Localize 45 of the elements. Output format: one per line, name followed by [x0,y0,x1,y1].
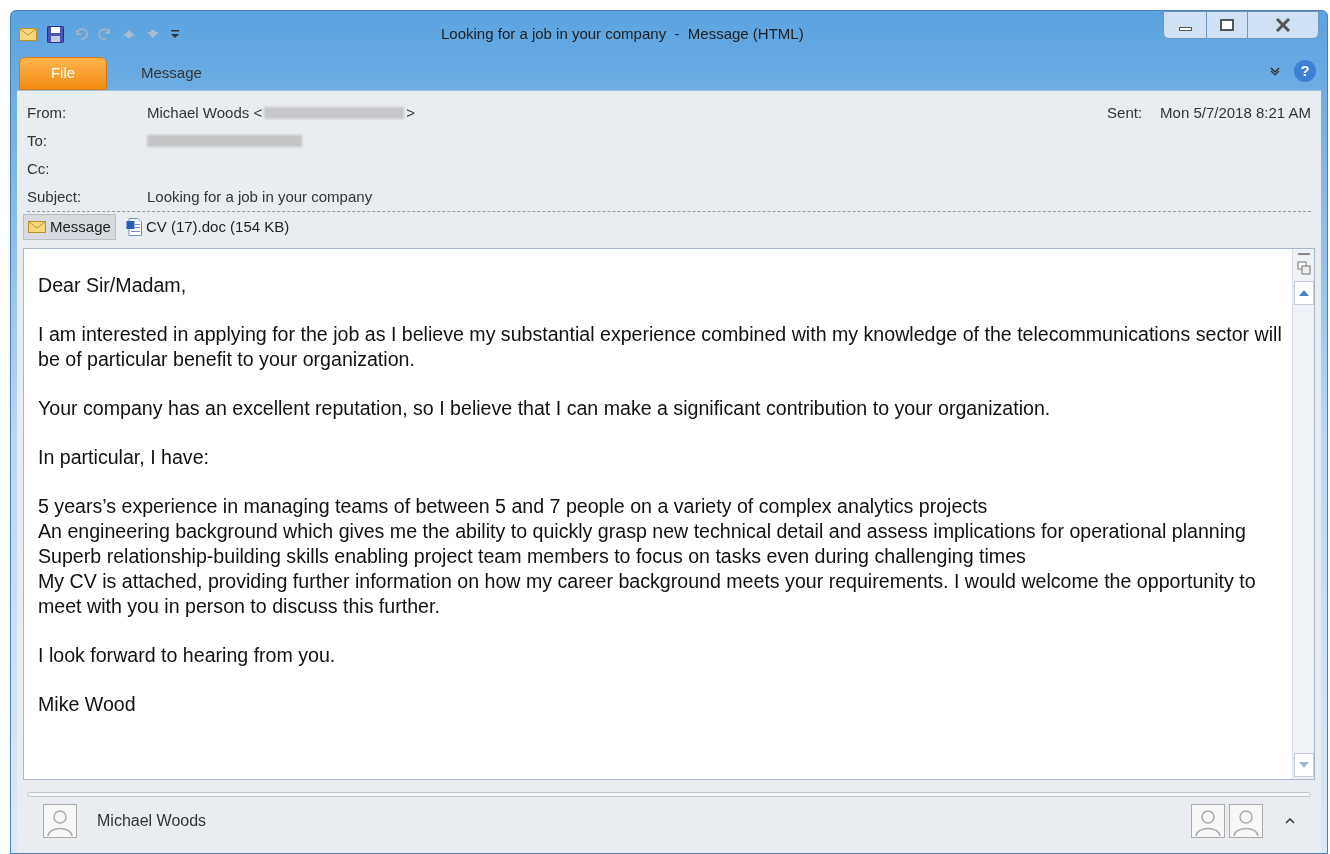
ribbon-tab[interactable]: Message [127,57,216,90]
message-tab[interactable]: Message [23,214,116,240]
avatar-icon[interactable] [1191,804,1225,838]
close-icon [1275,18,1291,32]
document-icon [125,218,142,236]
window-title: Looking for a job in your company - Message (HTML) [441,24,804,44]
scrollbar[interactable] [1292,249,1314,779]
avatar-icon [43,804,77,838]
field-label: Sent: [1107,102,1143,123]
paragraph: 5 years’s experience in managing teams of between 5 and 7 people on a variety of complex analytics projects [38,494,989,519]
sender-name: Michael Woods < [147,102,263,123]
collapse-ribbon-icon[interactable] [1269,66,1281,76]
paragraph: I look forward to hearing from you. [38,643,337,668]
help-icon[interactable]: ? [1293,59,1317,83]
field-label: Subject: [27,186,83,207]
contact-name[interactable]: Michael Woods [97,809,207,833]
field-label: To: [27,130,48,151]
paragraph: Superb relationship-building skills enabling project team members to focus on tasks even during challenging times [38,544,1027,569]
down-arrow-icon [1298,762,1309,768]
up-arrow-icon [1298,290,1309,296]
envelope-icon[interactable] [19,27,37,41]
maximize-button[interactable] [1207,11,1247,39]
save-icon[interactable] [47,25,64,43]
minimize-button[interactable] [1163,11,1207,39]
close-button[interactable] [1247,11,1319,39]
scroll-down-button[interactable] [1293,753,1314,777]
scroll-up-button[interactable] [1293,281,1314,305]
subject-text: Looking for a job in your company [147,186,373,207]
paragraph: I am interested in applying for the job as I believe my substantial experience combined with my knowledge of the telecommunications sector will be of particular benefit to your organization. [38,322,1283,372]
paragraph: An engineering background which gives me the ability to quickly grasp new technical detail and assess implications for operational planning [38,519,1247,544]
sent-date: Mon 5/7/2018 8:21 AM [1160,102,1311,123]
customize-icon[interactable] [170,28,180,40]
field-label: From: [27,102,68,123]
paragraph: Your company has an excellent reputation, so I believe that I can make a significant contribution to your organization. [38,396,1052,421]
avatar-icon[interactable] [1229,804,1263,838]
paragraph: Mike Wood [38,692,137,717]
change-view-icon[interactable] [1296,261,1311,275]
paragraph: In particular, I have: [38,445,210,470]
paragraph: Dear Sir/Madam, [38,273,188,298]
field-label: Cc: [27,158,51,179]
envelope-icon [28,221,46,233]
expand-icon[interactable] [1285,818,1295,824]
attachment-item[interactable]: CV (17).doc (154 KB) [121,214,294,240]
paragraph: My CV is attached, providing further information on how my career background meets your requirements. I would welcome the opportunity to meet with you in person to discuss this further. [38,569,1257,619]
field-text: > [406,102,415,123]
